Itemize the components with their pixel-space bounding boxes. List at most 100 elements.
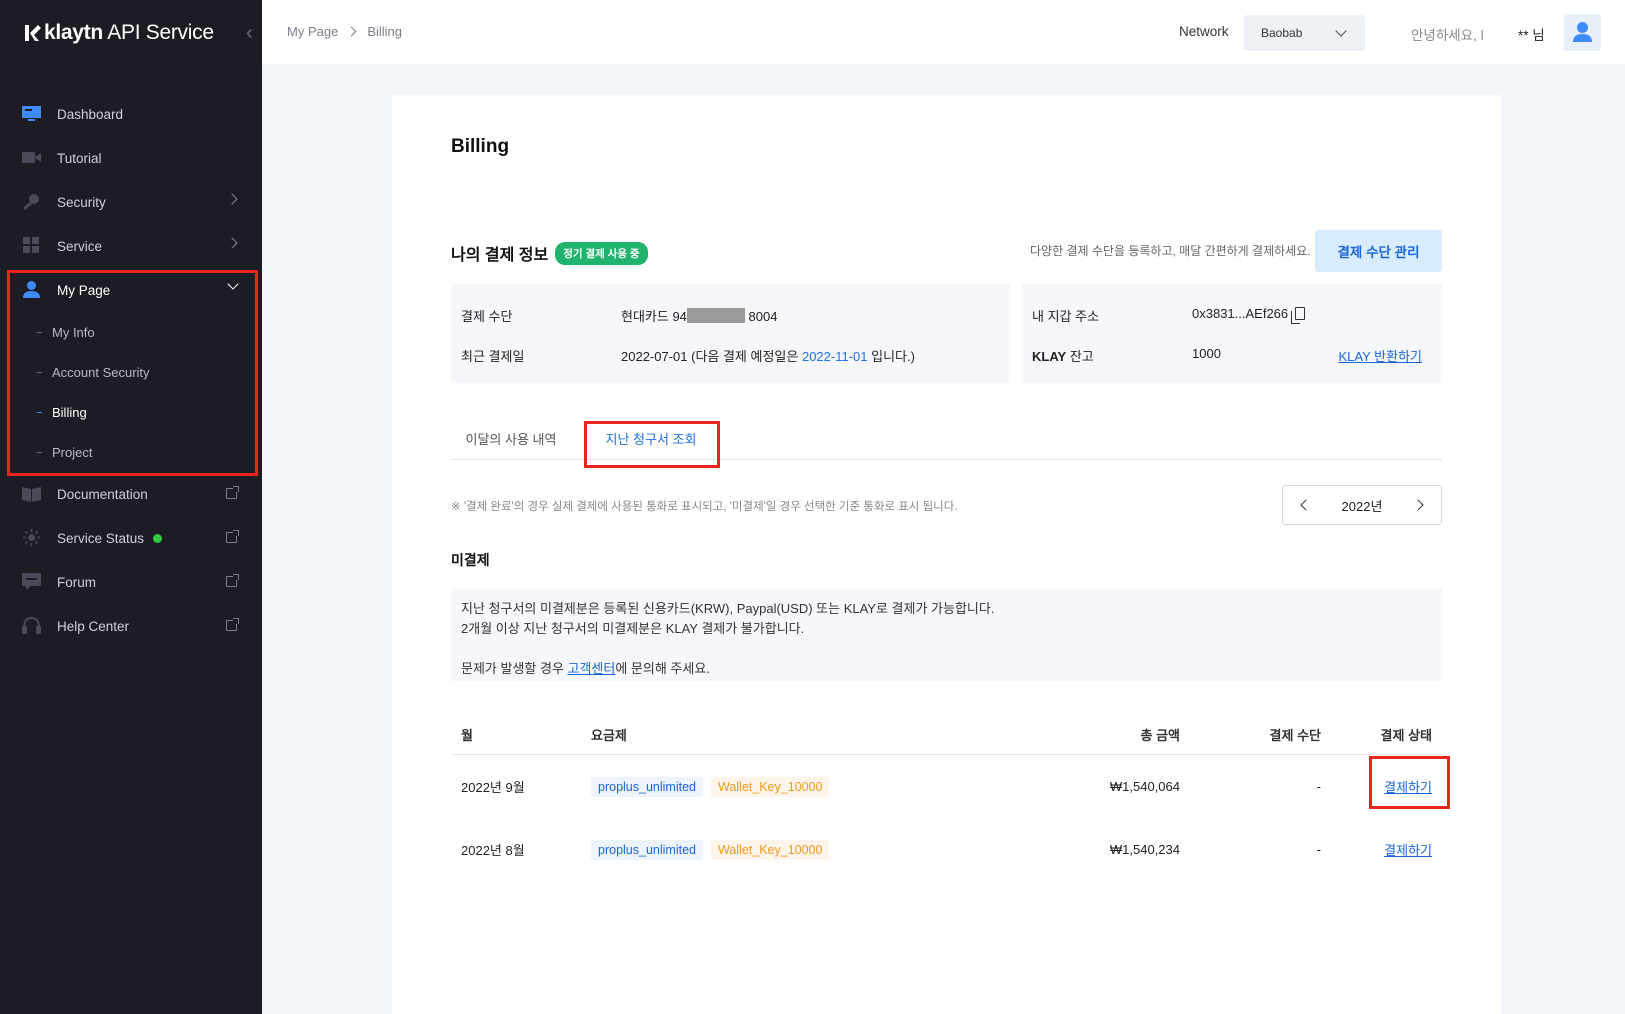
breadcrumb-my-page[interactable]: My Page — [287, 24, 338, 39]
sidebar-item-tutorial[interactable]: Tutorial — [0, 136, 262, 180]
cell-method: - — [1316, 842, 1321, 857]
header-status: 결제 상태 — [1380, 728, 1432, 743]
sun-status-icon — [23, 529, 40, 546]
sidebar-item-label: Service — [57, 238, 103, 254]
notice-line: 문제가 발생할 경우 고객센터에 문의해 주세요. — [461, 659, 1432, 679]
invoice-table: 월 요금제 총 금액 결제 수단 결제 상태 2022년 9월 proplus_… — [451, 715, 1442, 881]
cell-method: - — [1316, 779, 1321, 794]
external-link-icon — [226, 618, 239, 631]
card-number-prefix: 현대카드 94 — [621, 309, 687, 324]
sidebar-item-service[interactable]: Service — [0, 224, 262, 268]
cell-plan: proplus_unlimited Wallet_Key_10000 — [591, 755, 837, 818]
next-payment-date: 2022-11-01 — [801, 349, 868, 364]
sidebar-subitem-label: Billing — [52, 404, 87, 420]
breadcrumb: My Page Billing — [287, 24, 402, 39]
plan-tag: proplus_unlimited — [591, 839, 703, 860]
page-title: Billing — [451, 136, 510, 157]
klay-return-link[interactable]: KLAY 반환하기 — [1339, 346, 1423, 365]
sidebar-item-my-page[interactable]: My Page — [0, 268, 262, 312]
status-indicator — [153, 533, 163, 543]
header-total: 총 금액 — [1140, 728, 1181, 743]
sidebar-item-dashboard[interactable]: Dashboard — [0, 92, 262, 136]
table-row: 2022년 9월 proplus_unlimited Wallet_Key_10… — [451, 755, 1442, 818]
recent-date-tail: 입니다.) — [867, 349, 915, 364]
sidebar-item-help-center[interactable]: Help Center — [0, 604, 262, 648]
sidebar-item-service-status[interactable]: Service Status — [0, 516, 262, 560]
recent-date: 2022-07-01 (다음 결제 예정일은 — [621, 349, 802, 364]
pay-now-link[interactable]: 결제하기 — [1384, 777, 1432, 796]
recent-payment-label: 최근 결제일 — [461, 349, 525, 364]
sidebar-item-label: Dashboard — [57, 106, 124, 122]
payment-info-description: 다양한 결제 수단을 등록하고, 매달 간편하게 결제하세요. — [1030, 244, 1311, 258]
cell-plan: proplus_unlimited Wallet_Key_10000 — [591, 818, 837, 881]
recent-payment-value: 2022-07-01 (다음 결제 예정일은 2022-11-01 입니다.) — [621, 346, 915, 365]
collapse-sidebar-icon[interactable]: ‹‹ — [246, 22, 255, 45]
chevron-left-icon[interactable] — [1300, 499, 1312, 511]
sidebar-item-label: Help Center — [57, 618, 130, 634]
payment-info-title: 나의 결제 정보 정기 결제 사용 중 — [451, 241, 648, 265]
copy-icon[interactable] — [1291, 307, 1306, 324]
sidebar-subitem-label: My Info — [52, 324, 95, 340]
chevron-right-icon — [226, 193, 238, 205]
plan-tag: Wallet_Key_10000 — [710, 776, 830, 797]
notice-prefix: 문제가 발생할 경우 — [461, 661, 568, 676]
sidebar-item-security[interactable]: Security — [0, 180, 262, 224]
plan-tag: proplus_unlimited — [591, 776, 703, 797]
tab-past-invoices[interactable]: 지난 청구서 조회 — [584, 417, 718, 460]
payment-method-value: 현대카드 94 8004 — [621, 306, 777, 325]
billing-card: Billing 나의 결제 정보 정기 결제 사용 중 다양한 결제 수단을 등… — [392, 95, 1501, 1014]
avatar[interactable] — [1564, 14, 1601, 51]
monitor-icon — [22, 106, 41, 121]
payment-method-panel: 결제 수단 현대카드 94 8004 최근 결제일 2022-07-01 (다음… — [451, 284, 1010, 383]
tab-current-usage[interactable]: 이달의 사용 내역 — [461, 417, 561, 460]
logo[interactable]: klaytn API Service ‹‹ — [22, 20, 255, 46]
sidebar-subitem-billing[interactable]: Billing — [0, 392, 262, 432]
chevron-right-icon[interactable] — [1412, 499, 1424, 511]
header-plan: 요금제 — [591, 728, 627, 743]
network-select[interactable]: Baobab — [1244, 15, 1365, 51]
sidebar-item-label: Service Status — [57, 530, 145, 546]
chevron-right-icon — [226, 237, 238, 249]
video-camera-icon — [22, 152, 41, 163]
wallet-address-label: 내 지갑 주소 — [1032, 309, 1100, 324]
chevron-right-icon — [346, 26, 357, 37]
sidebar-item-label: Documentation — [57, 486, 148, 502]
user-avatar-icon — [1573, 22, 1592, 42]
unpaid-title: 미결제 — [451, 552, 490, 568]
book-icon — [22, 487, 41, 502]
sidebar-subitem-my-info[interactable]: My Info — [0, 312, 262, 352]
sidebar-item-forum[interactable]: Forum — [0, 560, 262, 604]
sidebar-subitem-account-security[interactable]: Account Security — [0, 352, 262, 392]
external-link-icon — [226, 530, 239, 543]
year-value: 2022년 — [1341, 498, 1383, 514]
card-number-suffix: 8004 — [744, 309, 778, 324]
year-selector: 2022년 — [1282, 485, 1442, 525]
chat-icon — [22, 573, 41, 590]
klaytn-logo-icon — [25, 25, 41, 41]
external-link-icon — [226, 574, 239, 587]
customer-center-link[interactable]: 고객센터 — [568, 661, 616, 676]
cell-month: 2022년 8월 — [461, 843, 525, 858]
sidebar-item-label: Forum — [57, 574, 97, 590]
sidebar-subitem-label: Account Security — [52, 364, 150, 380]
network-value: Baobab — [1261, 26, 1303, 40]
top-bar: My Page Billing Network Baobab 안녕하세요, l … — [262, 0, 1625, 64]
sidebar-item-label: Tutorial — [57, 150, 102, 166]
notice-line: 2개월 이상 지난 청구서의 미결제분은 KLAY 결제가 불가합니다. — [461, 621, 805, 636]
sidebar-item-documentation[interactable]: Documentation — [0, 472, 262, 516]
cell-total: ₩1,540,234 — [1109, 842, 1180, 857]
plan-tag: Wallet_Key_10000 — [710, 839, 830, 860]
sidebar: klaytn API Service ‹‹ Dashboard Tutorial… — [0, 0, 262, 1014]
external-link-icon — [226, 486, 239, 499]
breadcrumb-billing: Billing — [367, 24, 402, 39]
cell-status: 결제하기 — [1384, 818, 1432, 881]
notice-suffix: 에 문의해 주세요. — [615, 661, 710, 676]
sidebar-subitem-project[interactable]: Project — [0, 432, 262, 472]
pay-now-link[interactable]: 결제하기 — [1384, 840, 1432, 859]
cell-month: 2022년 9월 — [461, 780, 525, 795]
chevron-down-icon — [1335, 25, 1347, 37]
manage-payment-method-button[interactable]: 결제 수단 관리 — [1315, 230, 1442, 272]
sidebar-item-label: Security — [57, 194, 106, 210]
header-method: 결제 수단 — [1269, 728, 1321, 743]
billing-tabs: 이달의 사용 내역 지난 청구서 조회 — [451, 417, 1442, 460]
